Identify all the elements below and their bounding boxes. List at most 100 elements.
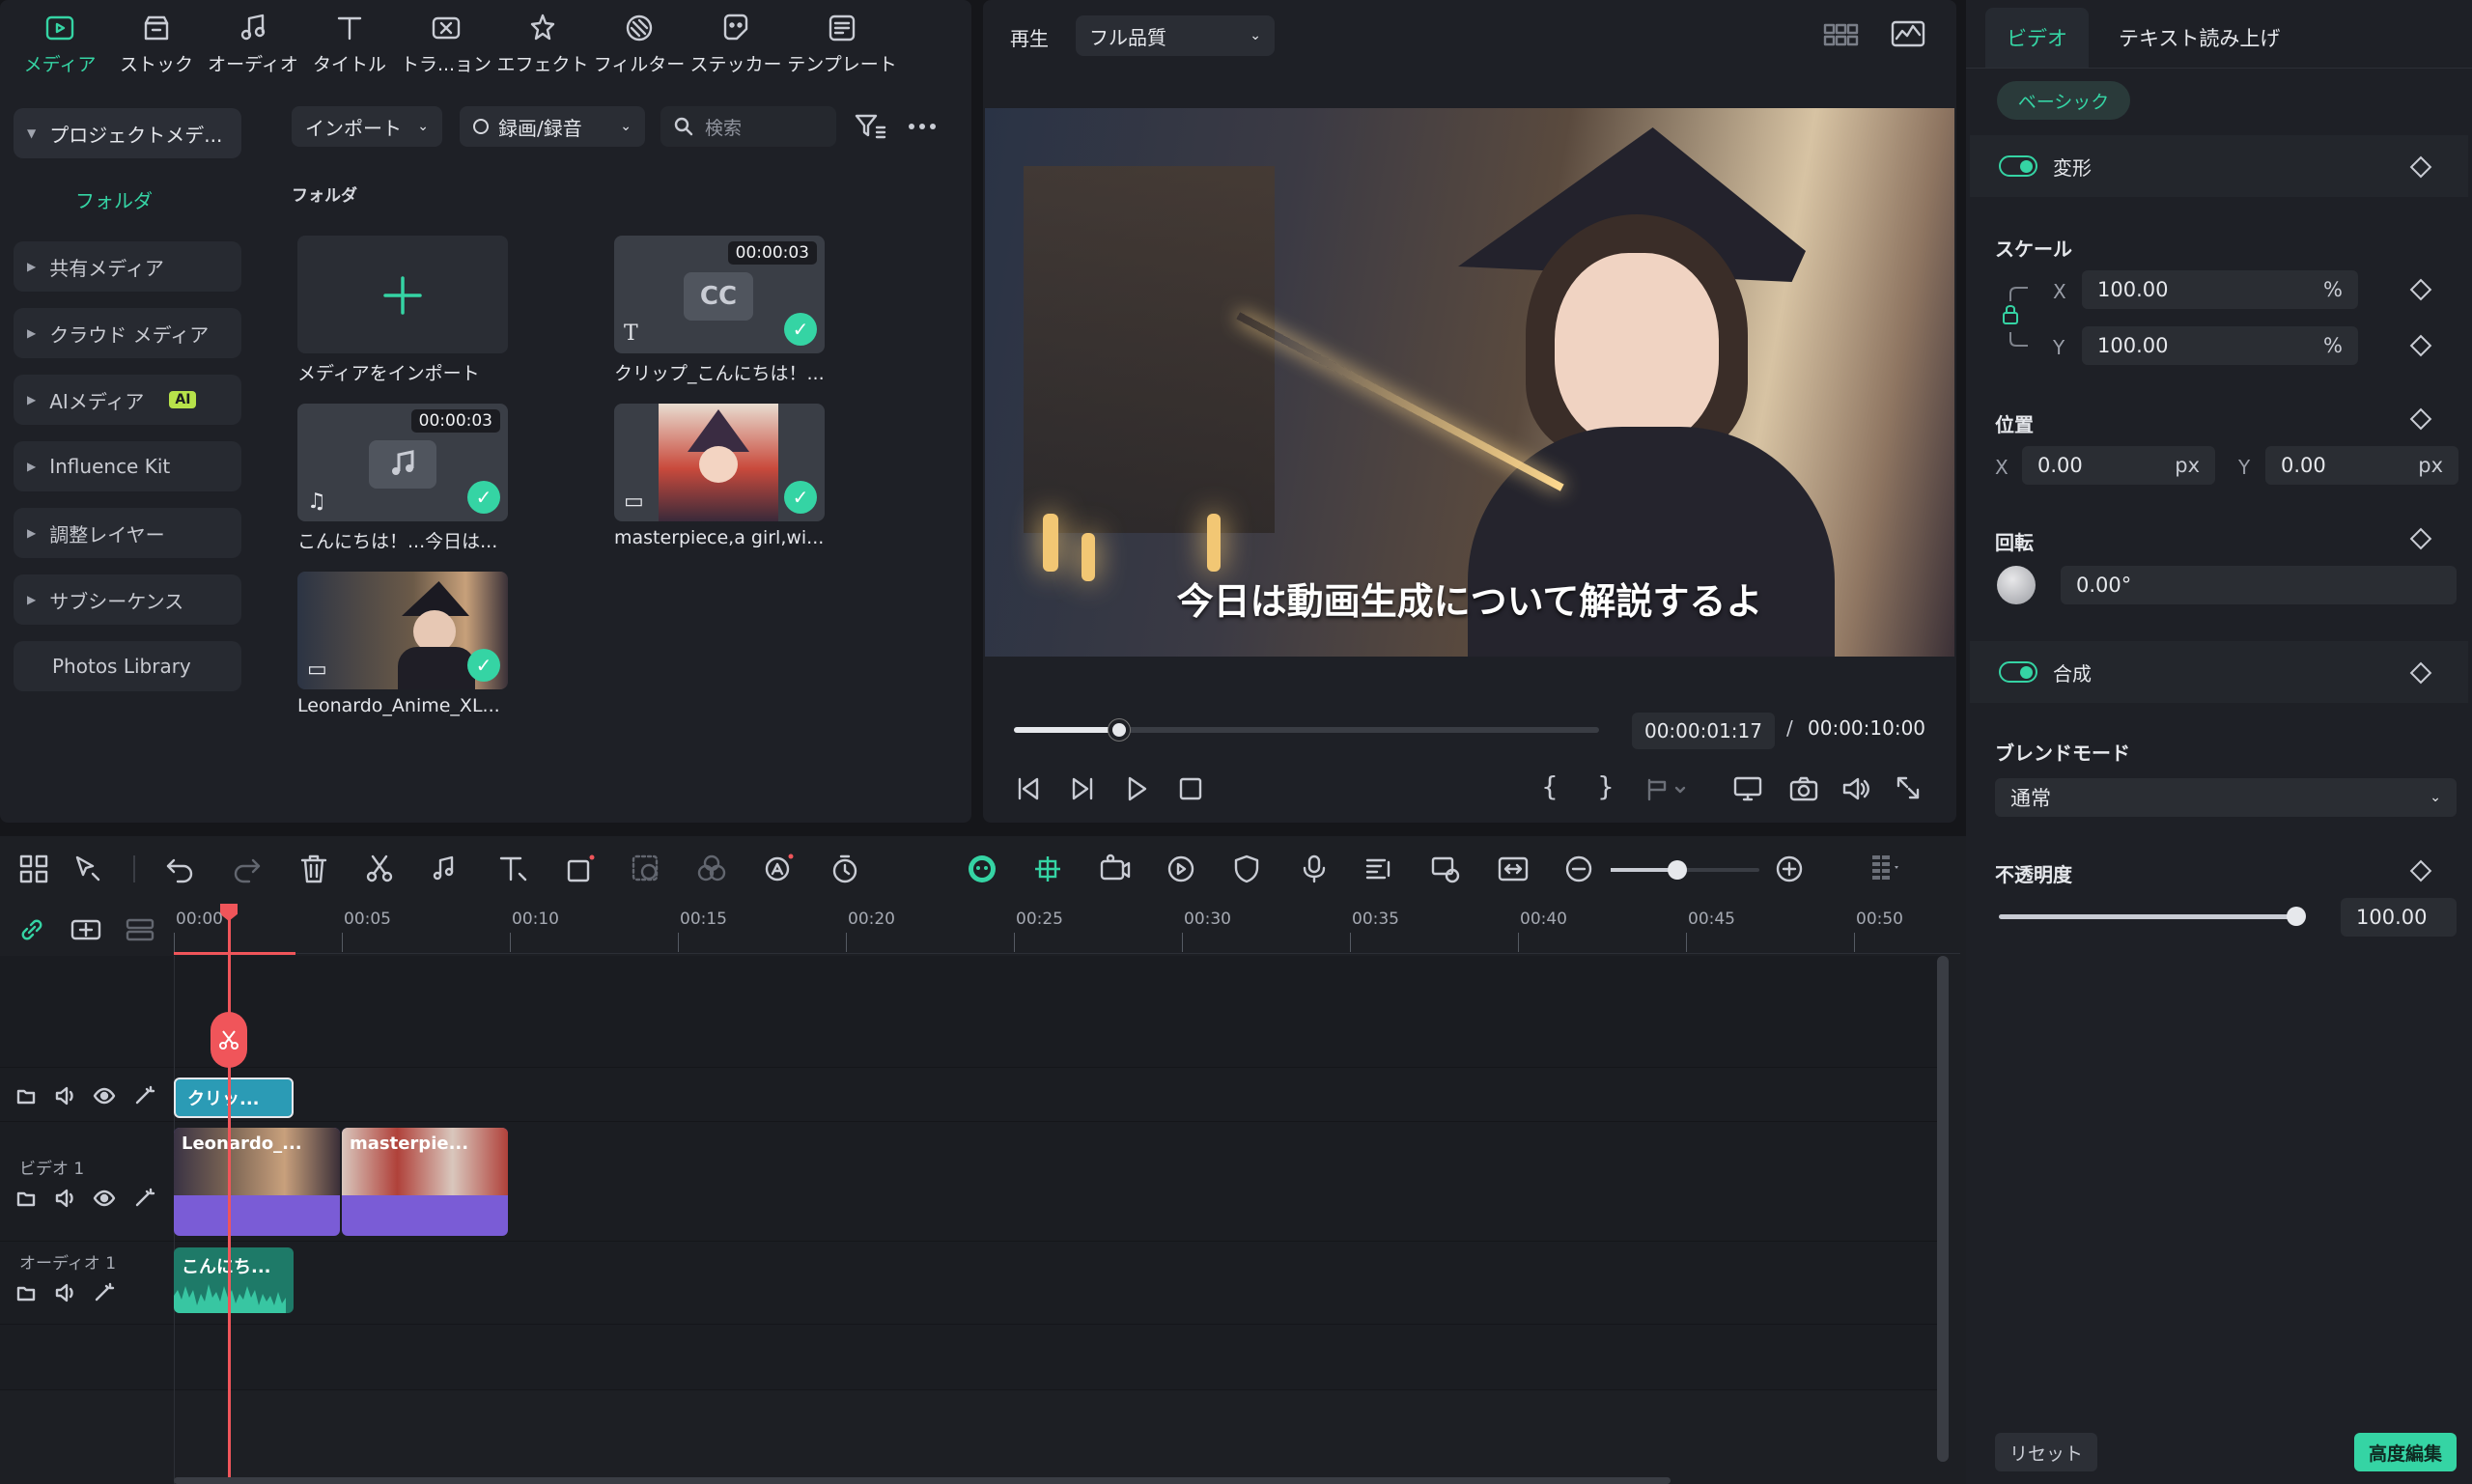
basic-subtab[interactable]: ベーシック	[1997, 81, 2130, 120]
sidebar-item-shared-media[interactable]: ▶ 共有メディア	[14, 241, 241, 292]
shield-icon[interactable]	[1230, 853, 1263, 885]
sidebar-folder-link[interactable]: フォルダ	[75, 185, 153, 213]
scale-x-input[interactable]: 100.00%	[2082, 270, 2358, 309]
tab-transition[interactable]: トラ...ョン	[398, 0, 494, 87]
playhead-line[interactable]	[228, 908, 231, 1484]
quality-dropdown[interactable]: フル品質 ⌄	[1076, 15, 1275, 56]
timeline-empty-area[interactable]	[0, 956, 1941, 1068]
redo-icon[interactable]	[230, 853, 263, 885]
tab-filter[interactable]: フィルター	[591, 0, 688, 87]
sidebar-item-ai-media[interactable]: ▶ AIメディア AI	[14, 375, 241, 425]
opacity-slider-handle[interactable]	[2287, 907, 2306, 926]
record-dropdown[interactable]: 録画/録音 ⌄	[460, 106, 645, 147]
folder-lock-icon[interactable]	[15, 1085, 37, 1106]
sidebar-item-influence-kit[interactable]: ▶ Influence Kit	[14, 441, 241, 491]
ai-copilot-icon[interactable]	[966, 853, 998, 885]
volume-icon[interactable]	[54, 1188, 77, 1209]
position-y-input[interactable]: 0.00 px	[2265, 446, 2458, 485]
sidebar-item-adjustment-layer[interactable]: ▶ 調整レイヤー	[14, 508, 241, 558]
play-icon[interactable]	[1122, 774, 1151, 803]
filter-sort-icon[interactable]	[854, 112, 886, 141]
tab-sticker[interactable]: ステッカー	[688, 0, 784, 87]
undo-icon[interactable]	[164, 853, 197, 885]
media-search-input[interactable]: 検索	[660, 106, 836, 147]
media-card-image-leonardo[interactable]: ▭ ✓	[297, 572, 508, 689]
composite-section-header[interactable]: 合成	[1970, 641, 2468, 703]
tab-audio[interactable]: オーディオ	[205, 0, 301, 87]
eye-icon[interactable]	[93, 1085, 116, 1106]
volume-icon[interactable]	[54, 1085, 77, 1106]
stop-icon[interactable]	[1176, 774, 1205, 803]
timeline-vertical-scrollbar[interactable]	[1937, 956, 1949, 1462]
tab-text-to-speech[interactable]: テキスト読み上げ	[2097, 8, 2301, 68]
snap-magnet-icon[interactable]	[1031, 853, 1064, 885]
microphone-icon[interactable]	[1298, 853, 1331, 885]
import-dropdown[interactable]: インポート ⌄	[292, 106, 442, 147]
video-clip-leonardo[interactable]: Leonardo_...	[174, 1128, 340, 1236]
sidebar-item-photos-library[interactable]: Photos Library	[14, 641, 241, 691]
title-clip[interactable]: クリッ...	[174, 1078, 294, 1118]
advanced-edit-button[interactable]: 高度編集	[2354, 1433, 2457, 1471]
sidebar-item-cloud-media[interactable]: ▶ クラウド メディア	[14, 308, 241, 358]
split-scissors-icon[interactable]	[363, 853, 396, 885]
opacity-slider-track[interactable]	[1999, 907, 2306, 926]
previous-frame-icon[interactable]	[1014, 774, 1043, 803]
timeline-empty-area[interactable]	[0, 1325, 1941, 1390]
zoom-out-icon[interactable]	[1562, 853, 1595, 885]
video-clip-masterpiece[interactable]: masterpie...	[342, 1128, 508, 1236]
ai-tools-icon[interactable]	[763, 853, 796, 885]
text-tool-icon[interactable]	[496, 853, 529, 885]
mark-in-button[interactable]: {	[1541, 770, 1559, 802]
video-effect-icon[interactable]	[1099, 853, 1132, 885]
media-card-clip-title[interactable]: CC 00:00:03 T ✓	[614, 236, 825, 353]
folder-lock-icon[interactable]	[15, 1188, 37, 1209]
add-track-icon[interactable]	[70, 915, 102, 944]
eye-icon[interactable]	[93, 1188, 116, 1209]
transform-toggle[interactable]	[1999, 155, 2037, 177]
folder-lock-icon[interactable]	[15, 1282, 37, 1303]
motion-play-icon[interactable]	[1165, 853, 1197, 885]
mask-icon[interactable]	[630, 853, 662, 885]
volume-icon[interactable]	[54, 1282, 77, 1303]
current-time[interactable]: 00:00:01:17	[1632, 713, 1775, 749]
more-options-icon[interactable]	[908, 122, 937, 131]
playback-scrubber-handle[interactable]	[1109, 719, 1131, 741]
color-match-icon[interactable]	[695, 853, 728, 885]
track-layout-icon[interactable]	[1868, 853, 1900, 885]
replace-clip-icon[interactable]	[1429, 853, 1462, 885]
grid-view-icon[interactable]	[1823, 21, 1860, 48]
opacity-input[interactable]: 100.00	[2341, 898, 2457, 937]
tab-effect[interactable]: エフェクト	[494, 0, 591, 87]
tab-stock[interactable]: ストック	[108, 0, 205, 87]
speed-timer-icon[interactable]	[829, 853, 861, 885]
transform-section-header[interactable]: 変形	[1970, 135, 2468, 197]
select-pointer-icon[interactable]	[71, 853, 104, 885]
media-card-audio[interactable]: 00:00:03 ♫ ✓	[297, 404, 508, 521]
snapshot-camera-icon[interactable]	[1788, 774, 1819, 803]
mark-out-button[interactable]: }	[1597, 770, 1615, 802]
timeline-horizontal-scrollbar[interactable]	[174, 1477, 1671, 1484]
next-frame-icon[interactable]	[1068, 774, 1097, 803]
sidebar-item-subsequence[interactable]: ▶ サブシーケンス	[14, 574, 241, 625]
magic-wand-icon[interactable]	[133, 1085, 156, 1106]
link-icon[interactable]	[17, 915, 46, 944]
zoom-in-icon[interactable]	[1773, 853, 1806, 885]
scale-y-input[interactable]: 100.00%	[2082, 326, 2358, 365]
track-manager-icon[interactable]	[124, 915, 156, 944]
layout-grid-icon[interactable]	[17, 853, 50, 885]
timeline-zoom-slider[interactable]	[1611, 860, 1759, 880]
waveform-scope-icon[interactable]	[1891, 19, 1925, 48]
insert-clip-icon[interactable]	[1645, 776, 1688, 803]
media-card-image-masterpiece[interactable]: ▭ ✓	[614, 404, 825, 521]
position-x-input[interactable]: 0.00 px	[2022, 446, 2215, 485]
display-output-icon[interactable]	[1732, 774, 1763, 803]
tab-media[interactable]: メディア	[12, 0, 108, 87]
reset-button[interactable]: リセット	[1995, 1433, 2097, 1471]
fullscreen-icon[interactable]	[1895, 774, 1922, 801]
fit-timeline-icon[interactable]	[1497, 853, 1530, 885]
audio-clip[interactable]: こんにち...	[174, 1247, 294, 1313]
tab-title[interactable]: タイトル	[301, 0, 398, 87]
rotation-dial[interactable]	[1997, 566, 2036, 604]
import-media-card[interactable]	[297, 236, 508, 353]
volume-icon[interactable]	[1840, 774, 1871, 803]
